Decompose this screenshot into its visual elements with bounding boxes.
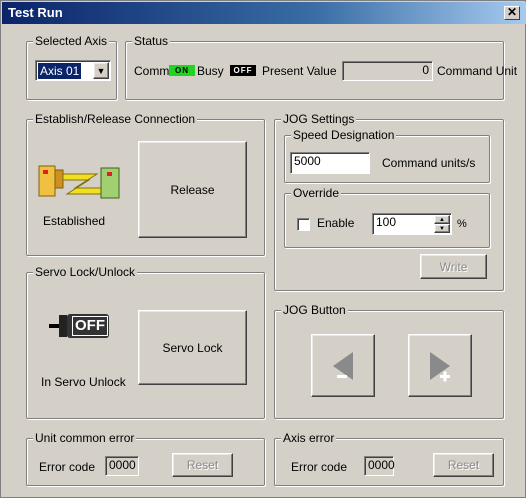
present-value-label: Present Value	[262, 64, 337, 78]
comm-indicator: ON	[169, 65, 195, 76]
enable-checkbox[interactable]	[297, 218, 310, 231]
selected-axis-legend: Selected Axis	[33, 34, 110, 48]
status-legend: Status	[132, 34, 171, 48]
enable-label: Enable	[317, 216, 355, 230]
connection-plug-icon	[38, 165, 120, 199]
speed-designation-group: Speed Designation 5000 Command units/s	[284, 128, 490, 183]
axis-error-reset-button[interactable]: Reset	[433, 453, 494, 477]
servo-icon-text: OFF	[72, 316, 108, 336]
unit-label: Command Unit	[437, 64, 518, 78]
unit-error-code-label: Error code	[39, 460, 96, 474]
selected-axis-group: Selected Axis Axis 01 ▼	[26, 34, 117, 100]
comm-label: Comm	[134, 64, 170, 78]
axis-error-group: Axis error Error code 0000 Reset	[274, 431, 504, 486]
override-input[interactable]: 100 ▲ ▼	[372, 213, 452, 235]
connection-state: Established	[43, 214, 106, 228]
window-title: Test Run	[8, 5, 63, 20]
axis-error-code-label: Error code	[291, 460, 348, 474]
speed-unit: Command units/s	[382, 156, 476, 170]
override-group: Override Enable 100 ▲ ▼ %	[284, 186, 490, 248]
release-button[interactable]: Release	[138, 141, 247, 238]
status-group: Status Comm ON Busy OFF Present Value 0 …	[125, 34, 517, 100]
unit-error-code: 0000	[105, 456, 139, 476]
test-run-window: Test Run ✕ Selected Axis Axis 01 ▼ Statu…	[0, 0, 526, 498]
jog-button-legend: JOG Button	[281, 303, 348, 317]
unit-error-group: Unit common error Error code 0000 Reset	[26, 431, 265, 486]
servo-icon-shaft	[49, 324, 59, 328]
jog-forward-icon	[430, 351, 450, 381]
busy-indicator: OFF	[230, 65, 256, 76]
jog-settings-group: JOG Settings Speed Designation 5000 Comm…	[274, 112, 504, 291]
connection-group: Establish/Release Connection Established…	[26, 112, 265, 256]
unit-error-reset-button[interactable]: Reset	[172, 453, 233, 477]
jog-reverse-icon	[333, 351, 353, 380]
spin-down-icon[interactable]: ▼	[434, 224, 450, 233]
servo-state: In Servo Unlock	[41, 375, 126, 389]
servo-icon-flange	[59, 315, 67, 337]
axis-select-value: Axis 01	[38, 63, 82, 79]
write-button[interactable]: Write	[420, 254, 487, 279]
jog-settings-legend: JOG Settings	[281, 112, 357, 126]
jog-forward-button[interactable]	[408, 334, 472, 397]
speed-input[interactable]: 5000	[290, 152, 370, 174]
title-bar[interactable]: Test Run ✕	[2, 2, 526, 24]
axis-select[interactable]: Axis 01 ▼	[35, 60, 111, 81]
close-button[interactable]: ✕	[504, 6, 520, 20]
chevron-down-icon[interactable]: ▼	[93, 62, 109, 79]
override-unit: %	[457, 218, 467, 230]
busy-label: Busy	[197, 64, 224, 78]
override-value: 100	[376, 215, 397, 229]
jog-button-group: JOG Button	[274, 303, 504, 419]
spin-up-icon[interactable]: ▲	[434, 215, 450, 224]
servo-legend: Servo Lock/Unlock	[33, 265, 138, 279]
servo-lock-button[interactable]: Servo Lock	[138, 310, 247, 385]
axis-error-code: 0000	[364, 456, 395, 476]
connection-legend: Establish/Release Connection	[33, 112, 198, 126]
axis-error-legend: Axis error	[281, 431, 337, 445]
override-legend: Override	[291, 186, 342, 200]
servo-group: Servo Lock/Unlock OFF In Servo Unlock Se…	[26, 265, 265, 419]
present-value-field: 0	[342, 61, 433, 81]
unit-error-legend: Unit common error	[33, 431, 137, 445]
speed-designation-legend: Speed Designation	[291, 128, 397, 142]
jog-reverse-button[interactable]	[311, 334, 375, 397]
servo-off-icon: OFF	[67, 314, 109, 338]
